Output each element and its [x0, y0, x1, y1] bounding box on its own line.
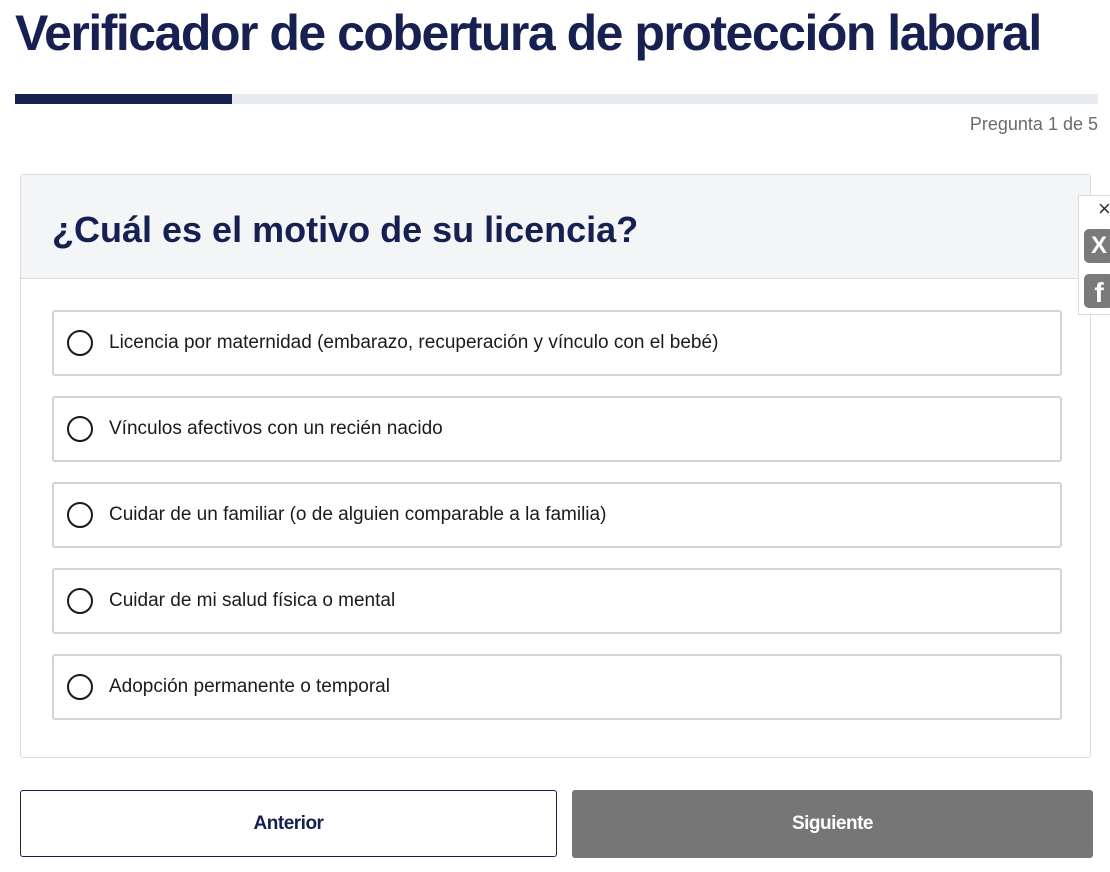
radio-icon[interactable]: [67, 674, 93, 700]
option-adoption[interactable]: Adopción permanente o temporal: [52, 654, 1062, 720]
close-icon[interactable]: ×: [1098, 198, 1110, 220]
progress-bar: [15, 94, 1098, 104]
radio-icon[interactable]: [67, 416, 93, 442]
page-title: Verificador de cobertura de protección l…: [15, 5, 1042, 61]
option-label: Cuidar de mi salud física o mental: [109, 590, 396, 611]
x-share-icon[interactable]: X: [1084, 229, 1110, 263]
option-label: Adopción permanente o temporal: [109, 676, 390, 697]
share-panel: × X f: [1078, 195, 1110, 315]
option-maternity-leave[interactable]: Licencia por maternidad (embarazo, recup…: [52, 310, 1062, 376]
facebook-share-icon[interactable]: f: [1084, 274, 1110, 308]
question-title: ¿Cuál es el motivo de su licencia?: [52, 209, 639, 250]
radio-icon[interactable]: [67, 588, 93, 614]
next-button[interactable]: Siguiente: [572, 790, 1093, 858]
question-header: ¿Cuál es el motivo de su licencia?: [21, 175, 1090, 279]
progress-bar-fill: [15, 94, 232, 104]
option-own-health[interactable]: Cuidar de mi salud física o mental: [52, 568, 1062, 634]
option-family-care[interactable]: Cuidar de un familiar (o de alguien comp…: [52, 482, 1062, 548]
option-label: Cuidar de un familiar (o de alguien comp…: [109, 504, 607, 525]
options-list: Licencia por maternidad (embarazo, recup…: [52, 310, 1062, 740]
option-label: Licencia por maternidad (embarazo, recup…: [109, 332, 719, 353]
radio-icon[interactable]: [67, 502, 93, 528]
radio-icon[interactable]: [67, 330, 93, 356]
option-label: Vínculos afectivos con un recién nacido: [109, 418, 443, 439]
option-newborn-bonding[interactable]: Vínculos afectivos con un recién nacido: [52, 396, 1062, 462]
question-card: ¿Cuál es el motivo de su licencia? Licen…: [20, 174, 1091, 758]
previous-button[interactable]: Anterior: [20, 790, 557, 857]
progress-text: Pregunta 1 de 5: [969, 114, 1098, 134]
